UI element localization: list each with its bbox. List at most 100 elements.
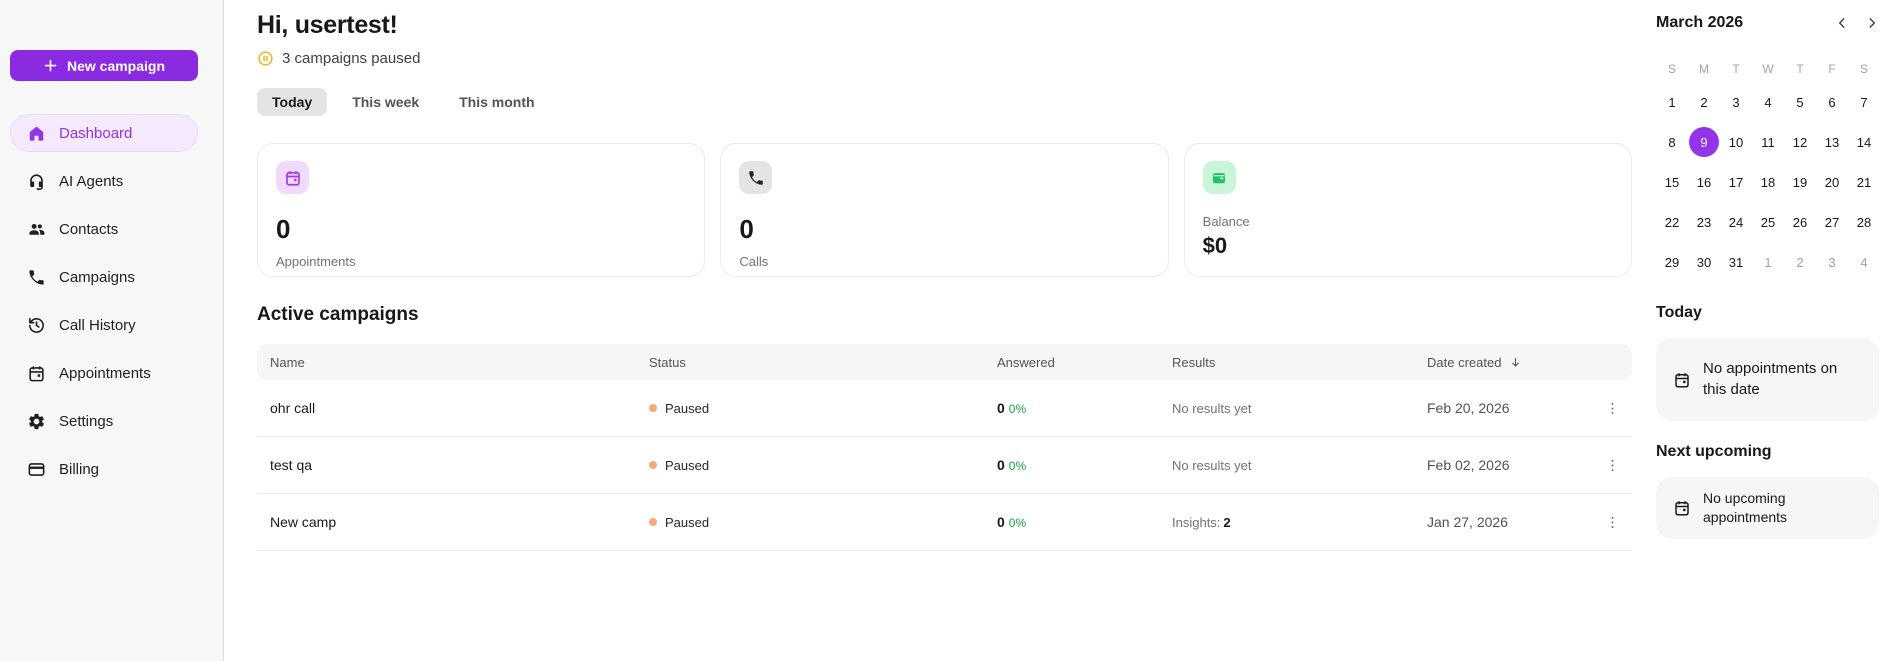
campaign-date-created: Feb 20, 2026 — [1427, 400, 1510, 416]
calendar-day[interactable]: 22 — [1656, 202, 1688, 242]
new-campaign-label: New campaign — [66, 57, 166, 74]
sidebar-item-label: Contacts — [59, 220, 119, 238]
sidebar-item-contacts[interactable]: Contacts — [10, 210, 198, 248]
calendar-day[interactable]: 19 — [1784, 162, 1816, 202]
calendar-day[interactable]: 2 — [1784, 242, 1816, 282]
calendar-day[interactable]: 23 — [1688, 202, 1720, 242]
campaign-row[interactable]: New camp Paused 0 0% Insights: 2 Jan 27, 2… — [257, 494, 1632, 551]
chevron-right-icon — [1865, 16, 1879, 30]
campaign-results: No results yet — [1172, 400, 1252, 416]
calendar-day[interactable]: 31 — [1720, 242, 1752, 282]
calendar-icon — [1673, 499, 1691, 517]
sidebar-item-ai-agents[interactable]: AI Agents — [10, 162, 198, 200]
calendar-day[interactable]: 3 — [1720, 82, 1752, 122]
calendar-day[interactable]: 7 — [1848, 82, 1880, 122]
sidebar-item-dashboard[interactable]: Dashboard — [10, 114, 198, 152]
sidebar-item-campaigns[interactable]: Campaigns — [10, 258, 198, 296]
main-content: Hi, usertest! 3 campaigns paused Today T… — [224, 0, 1648, 661]
calendar-weekday-row: S M T W T F S — [1667, 62, 1868, 76]
status-dot — [649, 404, 657, 412]
sidebar: New campaign Dashboard AI Agents Contact… — [0, 0, 224, 661]
calendar-day[interactable]: 4 — [1752, 82, 1784, 122]
calendar-prev-button[interactable] — [1835, 16, 1849, 30]
calendar-day[interactable]: 8 — [1656, 122, 1688, 162]
appointments-stat-card: 0 Appointments — [257, 143, 706, 277]
balance-stat-card: Balance $0 — [1183, 143, 1632, 277]
calendar-day[interactable]: 25 — [1752, 202, 1784, 242]
calendar-day[interactable]: 1 — [1656, 82, 1688, 122]
calendar-grid: 1 2 3 4 5 6 7 8 9 10 11 12 13 14 15 16 17 18 19 20 21 22 23 24 2… — [1656, 82, 1879, 282]
calendar-day[interactable]: 1 — [1752, 242, 1784, 282]
calendar-day[interactable]: 11 — [1752, 122, 1784, 162]
row-menu-kebab-icon[interactable] — [1592, 400, 1632, 417]
campaign-row[interactable]: test qa Paused 0 0% No results yet Feb 02… — [257, 437, 1632, 494]
campaign-answered: 0 0% — [997, 400, 1027, 416]
calendar-day[interactable]: 18 — [1752, 162, 1784, 202]
calendar-day[interactable]: 3 — [1816, 242, 1848, 282]
column-header-status: Status — [649, 354, 686, 370]
paused-campaigns-notice: 3 campaigns paused — [257, 50, 1632, 67]
calendar-day[interactable]: 14 — [1848, 122, 1880, 162]
plus-icon — [43, 58, 58, 73]
calendar-day[interactable]: 27 — [1816, 202, 1848, 242]
sidebar-item-label: Dashboard — [59, 124, 133, 142]
status-dot — [649, 461, 657, 469]
sidebar-item-call-history[interactable]: Call History — [10, 306, 198, 344]
sidebar-nav: Dashboard AI Agents Contacts Campaigns C… — [0, 114, 223, 488]
calendar-day[interactable]: 21 — [1848, 162, 1880, 202]
history-icon — [27, 316, 46, 335]
calendar-day[interactable]: 24 — [1720, 202, 1752, 242]
page-greeting: Hi, usertest! — [257, 11, 398, 39]
calendar-day[interactable]: 10 — [1720, 122, 1752, 162]
calendar-day[interactable]: 5 — [1784, 82, 1816, 122]
tab-this-week[interactable]: This week — [337, 88, 434, 116]
calendar-day[interactable]: 28 — [1848, 202, 1880, 242]
gear-icon — [27, 412, 46, 431]
row-menu-kebab-icon[interactable] — [1592, 514, 1632, 531]
calendar-icon — [1673, 371, 1691, 389]
calendar-day[interactable]: 30 — [1688, 242, 1720, 282]
sidebar-item-label: Billing — [59, 460, 100, 478]
tab-this-month[interactable]: This month — [444, 88, 549, 116]
calendar-day[interactable]: 4 — [1848, 242, 1880, 282]
sidebar-item-settings[interactable]: Settings — [10, 402, 198, 440]
column-header-date-created[interactable]: Date created — [1427, 355, 1592, 370]
sidebar-item-label: Settings — [59, 412, 114, 430]
new-campaign-button[interactable]: New campaign — [10, 50, 198, 81]
calendar-day[interactable]: 15 — [1656, 162, 1688, 202]
wallet-icon — [1202, 161, 1236, 194]
calendar-month-label: March 2026 — [1656, 14, 1744, 31]
appointments-count: 0 — [276, 214, 291, 244]
calendar-day[interactable]: 13 — [1816, 122, 1848, 162]
status-dot — [649, 518, 657, 526]
balance-value: $0 — [1202, 233, 1228, 258]
calendar-day[interactable]: 20 — [1816, 162, 1848, 202]
calendar-next-button[interactable] — [1865, 16, 1879, 30]
calendar-day[interactable]: 17 — [1720, 162, 1752, 202]
calendar-day[interactable]: 16 — [1688, 162, 1720, 202]
billing-card-icon — [27, 460, 46, 479]
sidebar-item-appointments[interactable]: Appointments — [10, 354, 198, 392]
calendar-day[interactable]: 6 — [1816, 82, 1848, 122]
column-header-answered: Answered — [997, 354, 1055, 370]
today-empty-text: No appointments on this date — [1703, 360, 1838, 398]
today-empty-card: No appointments on this date — [1656, 338, 1879, 421]
calendar-panel: March 2026 S M T W T F S 1 2 3 4 5 6 7 8… — [1648, 0, 1895, 661]
app-window: New campaign Dashboard AI Agents Contact… — [0, 0, 1895, 661]
campaign-results: No results yet — [1172, 457, 1252, 473]
campaign-status: Paused — [649, 458, 997, 473]
row-menu-kebab-icon[interactable] — [1592, 457, 1632, 474]
appointments-label: Appointments — [276, 254, 356, 269]
calendar-day[interactable]: 29 — [1656, 242, 1688, 282]
sidebar-item-billing[interactable]: Billing — [10, 450, 198, 488]
phone-icon — [739, 161, 773, 194]
column-header-results: Results — [1172, 354, 1216, 370]
campaign-row[interactable]: ohr call Paused 0 0% No results yet Feb 2… — [257, 380, 1632, 437]
paused-notice-text: 3 campaigns paused — [282, 50, 421, 67]
calendar-day[interactable]: 26 — [1784, 202, 1816, 242]
calendar-day-selected[interactable]: 9 — [1689, 127, 1719, 157]
campaign-status: Paused — [649, 401, 997, 416]
tab-today[interactable]: Today — [257, 88, 328, 116]
calendar-day[interactable]: 12 — [1784, 122, 1816, 162]
calendar-day[interactable]: 2 — [1688, 82, 1720, 122]
